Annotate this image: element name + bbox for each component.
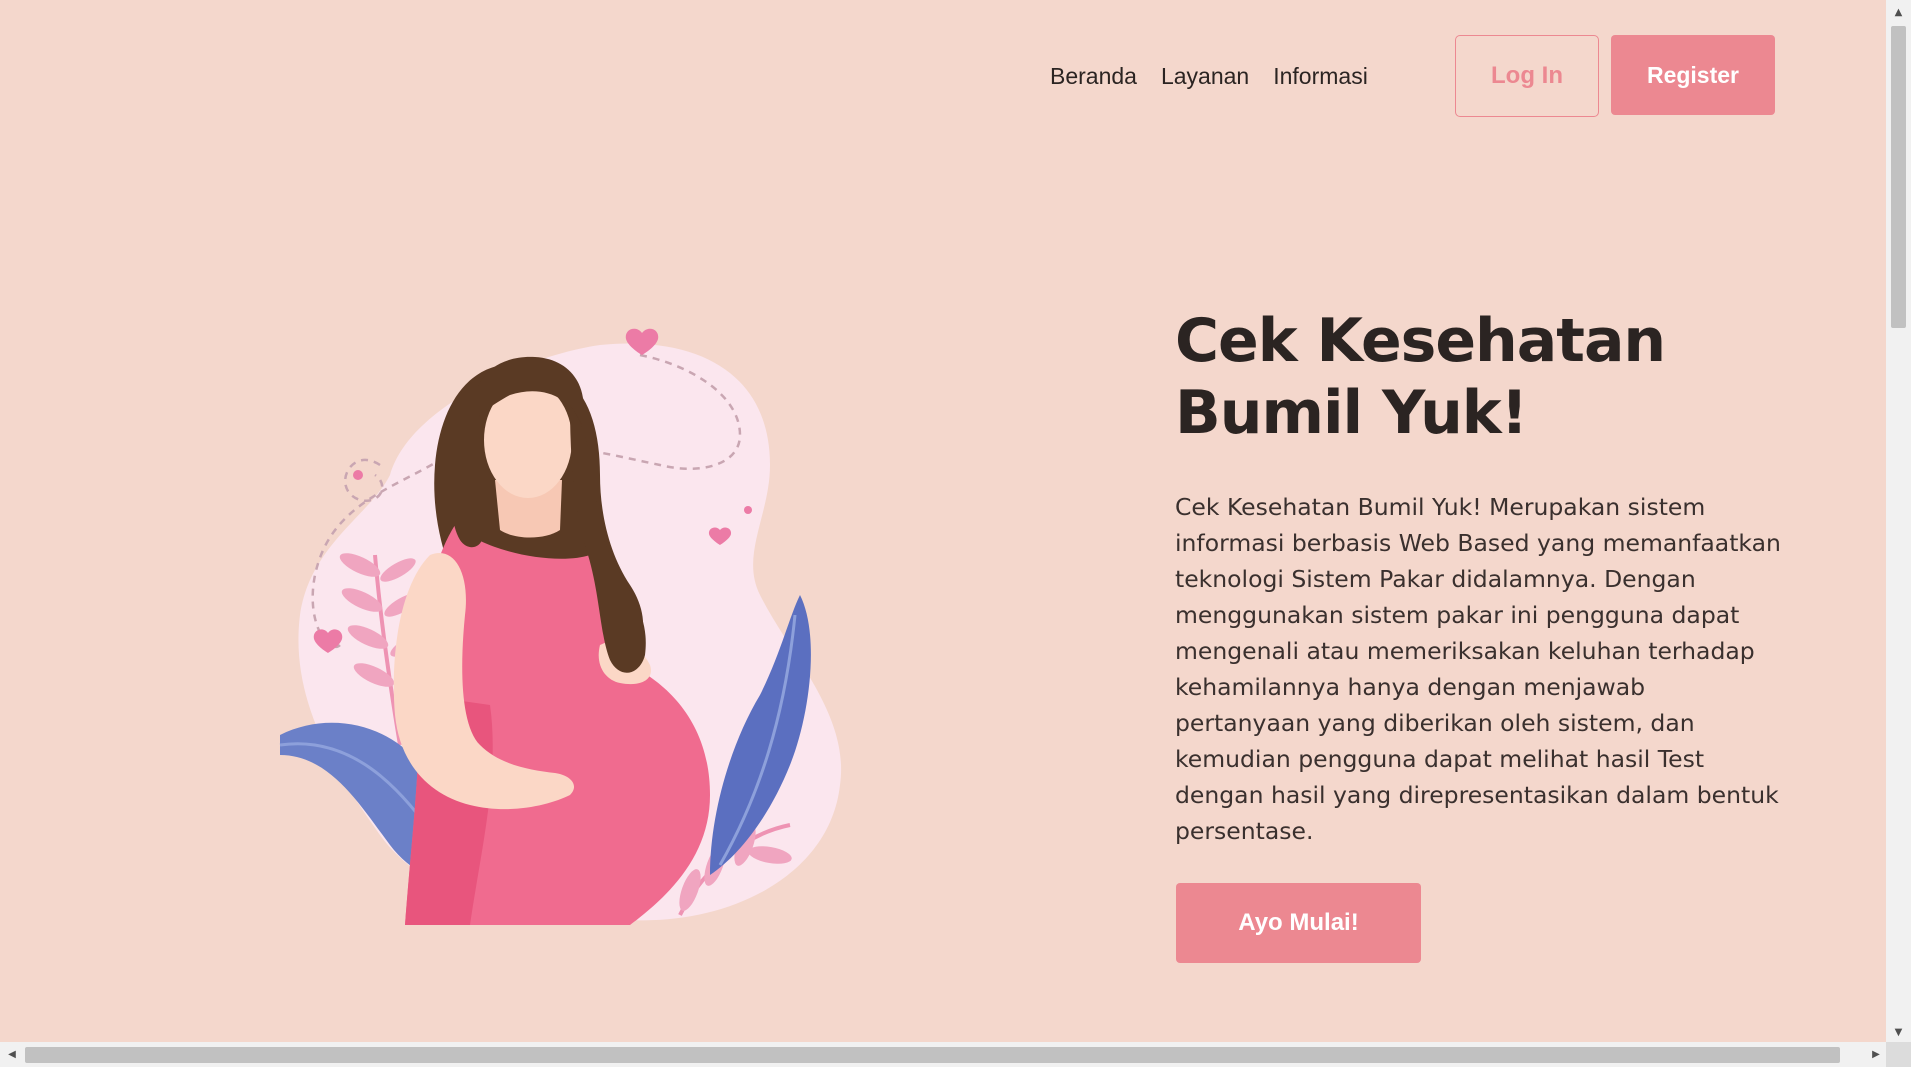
scrollbar-corner [1886, 1042, 1911, 1067]
hero-description: Cek Kesehatan Bumil Yuk! Merupakan siste… [1175, 493, 1781, 845]
scroll-left-icon[interactable]: ◀ [2, 1042, 22, 1067]
register-button[interactable]: Register [1611, 35, 1775, 115]
hero-title-line2: Bumil Yuk! [1175, 378, 1528, 448]
scroll-right-icon[interactable]: ▶ [1866, 1042, 1886, 1067]
vertical-scroll-thumb[interactable] [1891, 26, 1906, 328]
scroll-up-icon[interactable]: ▲ [1886, 2, 1911, 22]
hero-text: Cek Kesehatan Bumil Yuk! Cek Kesehatan B… [1175, 305, 1785, 849]
page: Beranda Layanan Informasi Log In Registe… [0, 0, 1911, 1067]
nav-link-informasi[interactable]: Informasi [1273, 63, 1368, 90]
nav-link-layanan[interactable]: Layanan [1161, 63, 1249, 90]
nav-link-beranda[interactable]: Beranda [1050, 63, 1137, 90]
pregnant-woman-illustration [279, 328, 842, 925]
horizontal-scrollbar[interactable]: ◀ ▶ [0, 1042, 1886, 1067]
vertical-scrollbar[interactable]: ▲ ▼ [1886, 0, 1911, 1042]
login-button[interactable]: Log In [1455, 35, 1599, 117]
scroll-down-icon[interactable]: ▼ [1886, 1022, 1911, 1042]
hero-title: Cek Kesehatan Bumil Yuk! [1175, 305, 1785, 449]
nav-links: Beranda Layanan Informasi [1050, 63, 1368, 90]
horizontal-scroll-thumb[interactable] [25, 1047, 1840, 1063]
hero-title-line1: Cek Kesehatan [1175, 306, 1666, 376]
navbar: Beranda Layanan Informasi Log In Registe… [0, 35, 1886, 117]
start-button[interactable]: Ayo Mulai! [1176, 883, 1421, 963]
